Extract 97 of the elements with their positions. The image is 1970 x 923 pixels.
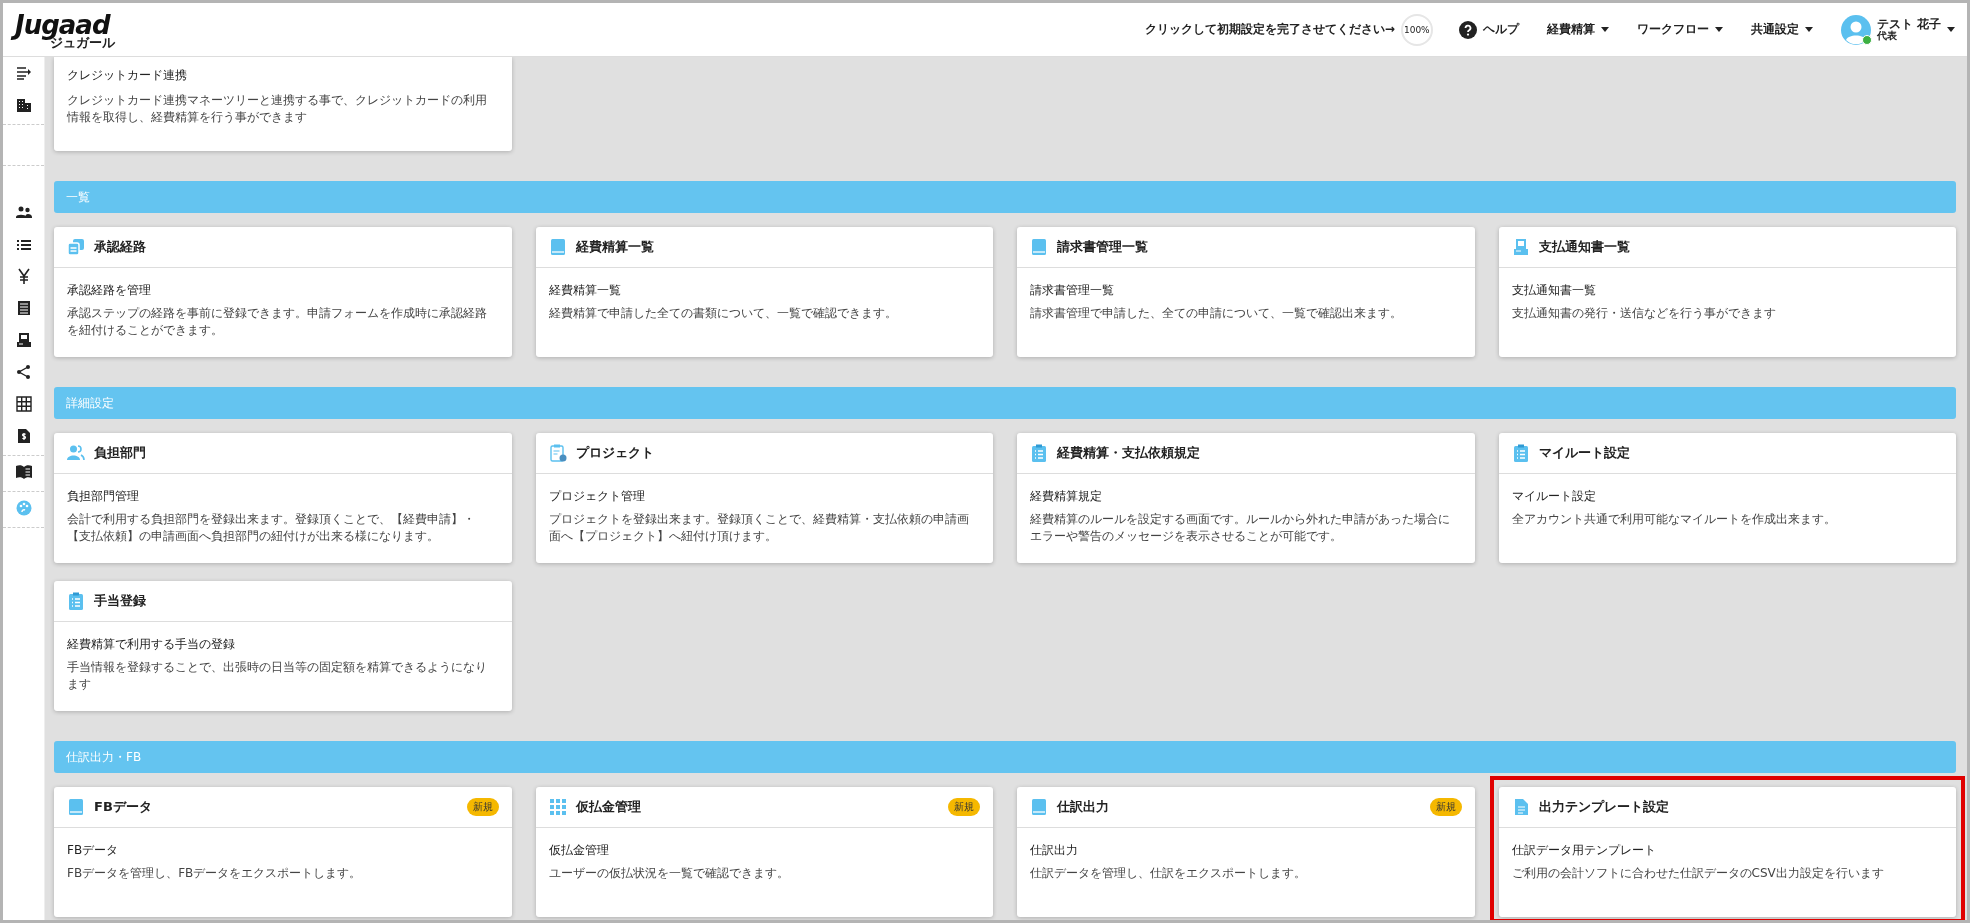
table-icon[interactable] <box>15 396 32 412</box>
card-subtitle: 請求書管理一覧 <box>1030 282 1115 299</box>
book-icon <box>67 798 85 816</box>
card[interactable]: 支払通知書一覧 支払通知書一覧 支払通知書の発行・送信などを行う事ができます <box>1498 227 1956 357</box>
card-description: ユーザーの仮払状況を一覧で確認できます。 <box>548 865 790 882</box>
card-title: 経費精算・支払依頼規定 <box>1057 444 1201 462</box>
card-subtitle: 仕訳出力 <box>1030 842 1079 859</box>
caret-icon <box>1600 27 1609 32</box>
user-role: 代表 <box>1876 29 1898 42</box>
card[interactable]: クレジットカード連携 クレジットカード連携マネーツリーと連携する事で、クレジットカードの利用情報を取得し、経費精算を行う事ができます <box>54 57 512 151</box>
card-title: 仕訳出力 <box>1057 798 1110 816</box>
card[interactable]: マイルート設定 マイルート設定 全アカウント共通で利用可能なマイルートを作成出来ます。 <box>1498 433 1956 563</box>
card-subtitle: 経費精算一覧 <box>548 282 622 299</box>
clipboard-icon <box>1030 444 1048 462</box>
receipt-icon <box>1511 238 1530 256</box>
card-description: プロジェクトを登録出来ます。登録頂くことで、経費精算・支払依頼の申請画面へ【プロジェクト】へ紐付け頂けます。 <box>548 511 970 545</box>
card[interactable]: 経費精算・支払依頼規定 経費精算規定 経費精算のルールを設定する画面です。ルールから外れた申請があった場合にエラーや警告のメッセージを表示させることが可能です。 <box>1017 433 1475 563</box>
clipboard-icon <box>548 444 567 462</box>
card-title: クレジットカード連携 <box>67 67 188 84</box>
document-icon[interactable] <box>15 300 32 316</box>
card[interactable]: 負担部門 負担部門管理 会計で利用する負担部門を登録出来ます。登録頂くことで、【経費申請】・【支払依頼】の申請画面へ負担部門の紐付けが出来る様になります。 <box>54 433 512 563</box>
card-subtitle: 仮払金管理 <box>548 842 610 859</box>
clipboard-icon <box>67 592 85 610</box>
card-subtitle: 仕訳データ用テンプレート <box>1511 842 1657 859</box>
new-badge: 新規 <box>1429 798 1462 816</box>
menu-dropdown[interactable]: 共通設定 <box>1750 21 1813 38</box>
card-subtitle: 経費精算規定 <box>1030 488 1103 505</box>
card-title: マイルート設定 <box>1538 444 1631 462</box>
book-icon <box>1030 798 1048 816</box>
card-title: 手当登録 <box>94 592 147 610</box>
card-title: 請求書管理一覧 <box>1057 238 1149 256</box>
card-title: 経費精算一覧 <box>575 238 655 256</box>
card-title: 出力テンプレート設定 <box>1538 798 1670 816</box>
card-description: FBデータを管理し、FBデータをエクスポートします。 <box>67 865 363 882</box>
caret-icon <box>1804 27 1813 32</box>
card-title: プロジェクト <box>575 444 655 462</box>
card-title: 承認経路 <box>94 238 147 256</box>
invoice-icon[interactable] <box>15 428 32 444</box>
card-subtitle: マイルート設定 <box>1511 488 1597 505</box>
stack-icon <box>67 238 85 256</box>
book-icon <box>1030 238 1048 256</box>
help-icon[interactable] <box>1458 20 1477 39</box>
menu-dropdown[interactable]: ワークフロー <box>1636 21 1723 38</box>
card-description: 請求書管理で申請した、全ての申請について、一覧で確認出来ます。 <box>1030 305 1403 322</box>
card-description: 会計で利用する負担部門を登録出来ます。登録頂くことで、【経費申請】・【支払依頼】の申請画面へ負担部門の紐付けが出来る様になります。 <box>67 511 476 545</box>
receipt-icon[interactable] <box>15 332 32 348</box>
card-description: クレジットカード連携マネーツリーと連携する事で、クレジットカードの利用情報を取得し、経費精算を行う事ができます <box>67 92 488 126</box>
menu-dropdown[interactable]: 経費精算 <box>1546 21 1609 38</box>
collapse-icon[interactable] <box>15 65 32 81</box>
card-title: 負担部門 <box>94 444 147 462</box>
card[interactable]: 仕訳出力 新規 仕訳出力 仕訳データを管理し、仕訳をエクスポートします。 <box>1017 787 1475 917</box>
section-header: 一覧 <box>54 181 1956 213</box>
card[interactable]: 請求書管理一覧 請求書管理一覧 請求書管理で申請した、全ての申請について、一覧で確認出来ます。 <box>1017 227 1475 357</box>
card-description: 仕訳データを管理し、仕訳をエクスポートします。 <box>1030 865 1307 882</box>
card[interactable]: プロジェクト プロジェクト管理 プロジェクトを登録出来ます。登録頂くことで、経費精算・支払依頼の申請画面へ【プロジェクト】へ紐付け頂けます。 <box>535 433 993 563</box>
card-title: 支払通知書一覧 <box>1538 238 1631 256</box>
card[interactable]: 承認経路 承認経路を管理 承認ステップの経路を事前に登録できます。申請フォームを作成時に承認経路を紐付けることができます。 <box>54 227 512 357</box>
card-description: ご利用の会計ソフトに合わせた仕訳データのCSV出力設定を行います <box>1511 865 1885 882</box>
avatar[interactable] <box>1840 14 1871 45</box>
caret-icon[interactable] <box>1947 27 1955 32</box>
caret-icon <box>1714 27 1723 32</box>
book-icon <box>548 238 567 256</box>
card[interactable]: 出力テンプレート設定 仕訳データ用テンプレート ご利用の会計ソフトに合わせた仕訳データのCSV出力設定を行います <box>1498 787 1956 917</box>
card-description: 手当情報を登録することで、出張時の日当等の固定額を精算できるようになります <box>67 659 488 693</box>
card[interactable]: FBデータ 新規 FBデータ FBデータを管理し、FBデータをエクスポートします。 <box>54 787 512 917</box>
setup-link[interactable]: クリックして初期設定を完了させてください→ <box>1144 21 1395 38</box>
building-icon[interactable] <box>15 97 32 113</box>
card[interactable]: 手当登録 経費精算で利用する手当の登録 手当情報を登録することで、出張時の日当等の固定額を精算できるようになります <box>54 581 512 711</box>
book-icon[interactable] <box>15 464 32 480</box>
card-description: 支払通知書の発行・送信などを行う事ができます <box>1511 305 1777 322</box>
card-title: FBデータ <box>94 798 153 816</box>
card-description: 経費精算のルールを設定する画面です。ルールから外れた申請があった場合にエラーや警告のメッセージを表示させることが可能です。 <box>1030 511 1451 545</box>
grid-icon <box>548 798 567 816</box>
people-icon[interactable] <box>15 204 32 220</box>
user-name[interactable]: テスト 花子 <box>1876 17 1941 30</box>
card-subtitle: 経費精算で利用する手当の登録 <box>67 636 236 653</box>
section-header: 仕訳出力・FB <box>54 741 1956 773</box>
new-badge: 新規 <box>948 798 980 816</box>
help-link[interactable]: ヘルプ <box>1482 21 1519 38</box>
card-description: 全アカウント共通で利用可能なマイルートを作成出来ます。 <box>1511 511 1837 528</box>
clipboard-icon <box>1511 444 1530 462</box>
progress-ring: 100% <box>1400 13 1433 46</box>
card-subtitle: 負担部門管理 <box>67 488 140 505</box>
card[interactable]: 経費精算一覧 経費精算一覧 経費精算で申請した全ての書類について、一覧で確認できます。 <box>535 227 993 357</box>
card-subtitle: プロジェクト管理 <box>548 488 646 505</box>
new-badge: 新規 <box>466 798 499 816</box>
yen-icon[interactable] <box>15 268 32 284</box>
card[interactable]: 仮払金管理 新規 仮払金管理 ユーザーの仮払状況を一覧で確認できます。 <box>535 787 993 917</box>
card-description: 承認ステップの経路を事前に登録できます。申請フォームを作成時に承認経路を紐付けることができます。 <box>67 305 488 339</box>
card-description: 経費精算で申請した全ての書類について、一覧で確認できます。 <box>548 305 898 322</box>
section-header: 詳細設定 <box>54 387 1956 419</box>
card-subtitle: FBデータ <box>67 842 120 859</box>
share-icon[interactable] <box>15 364 32 380</box>
people-icon <box>67 444 85 462</box>
card-title: 仮払金管理 <box>575 798 642 816</box>
card-subtitle: 支払通知書一覧 <box>1511 282 1597 299</box>
card-subtitle: 承認経路を管理 <box>67 282 152 299</box>
